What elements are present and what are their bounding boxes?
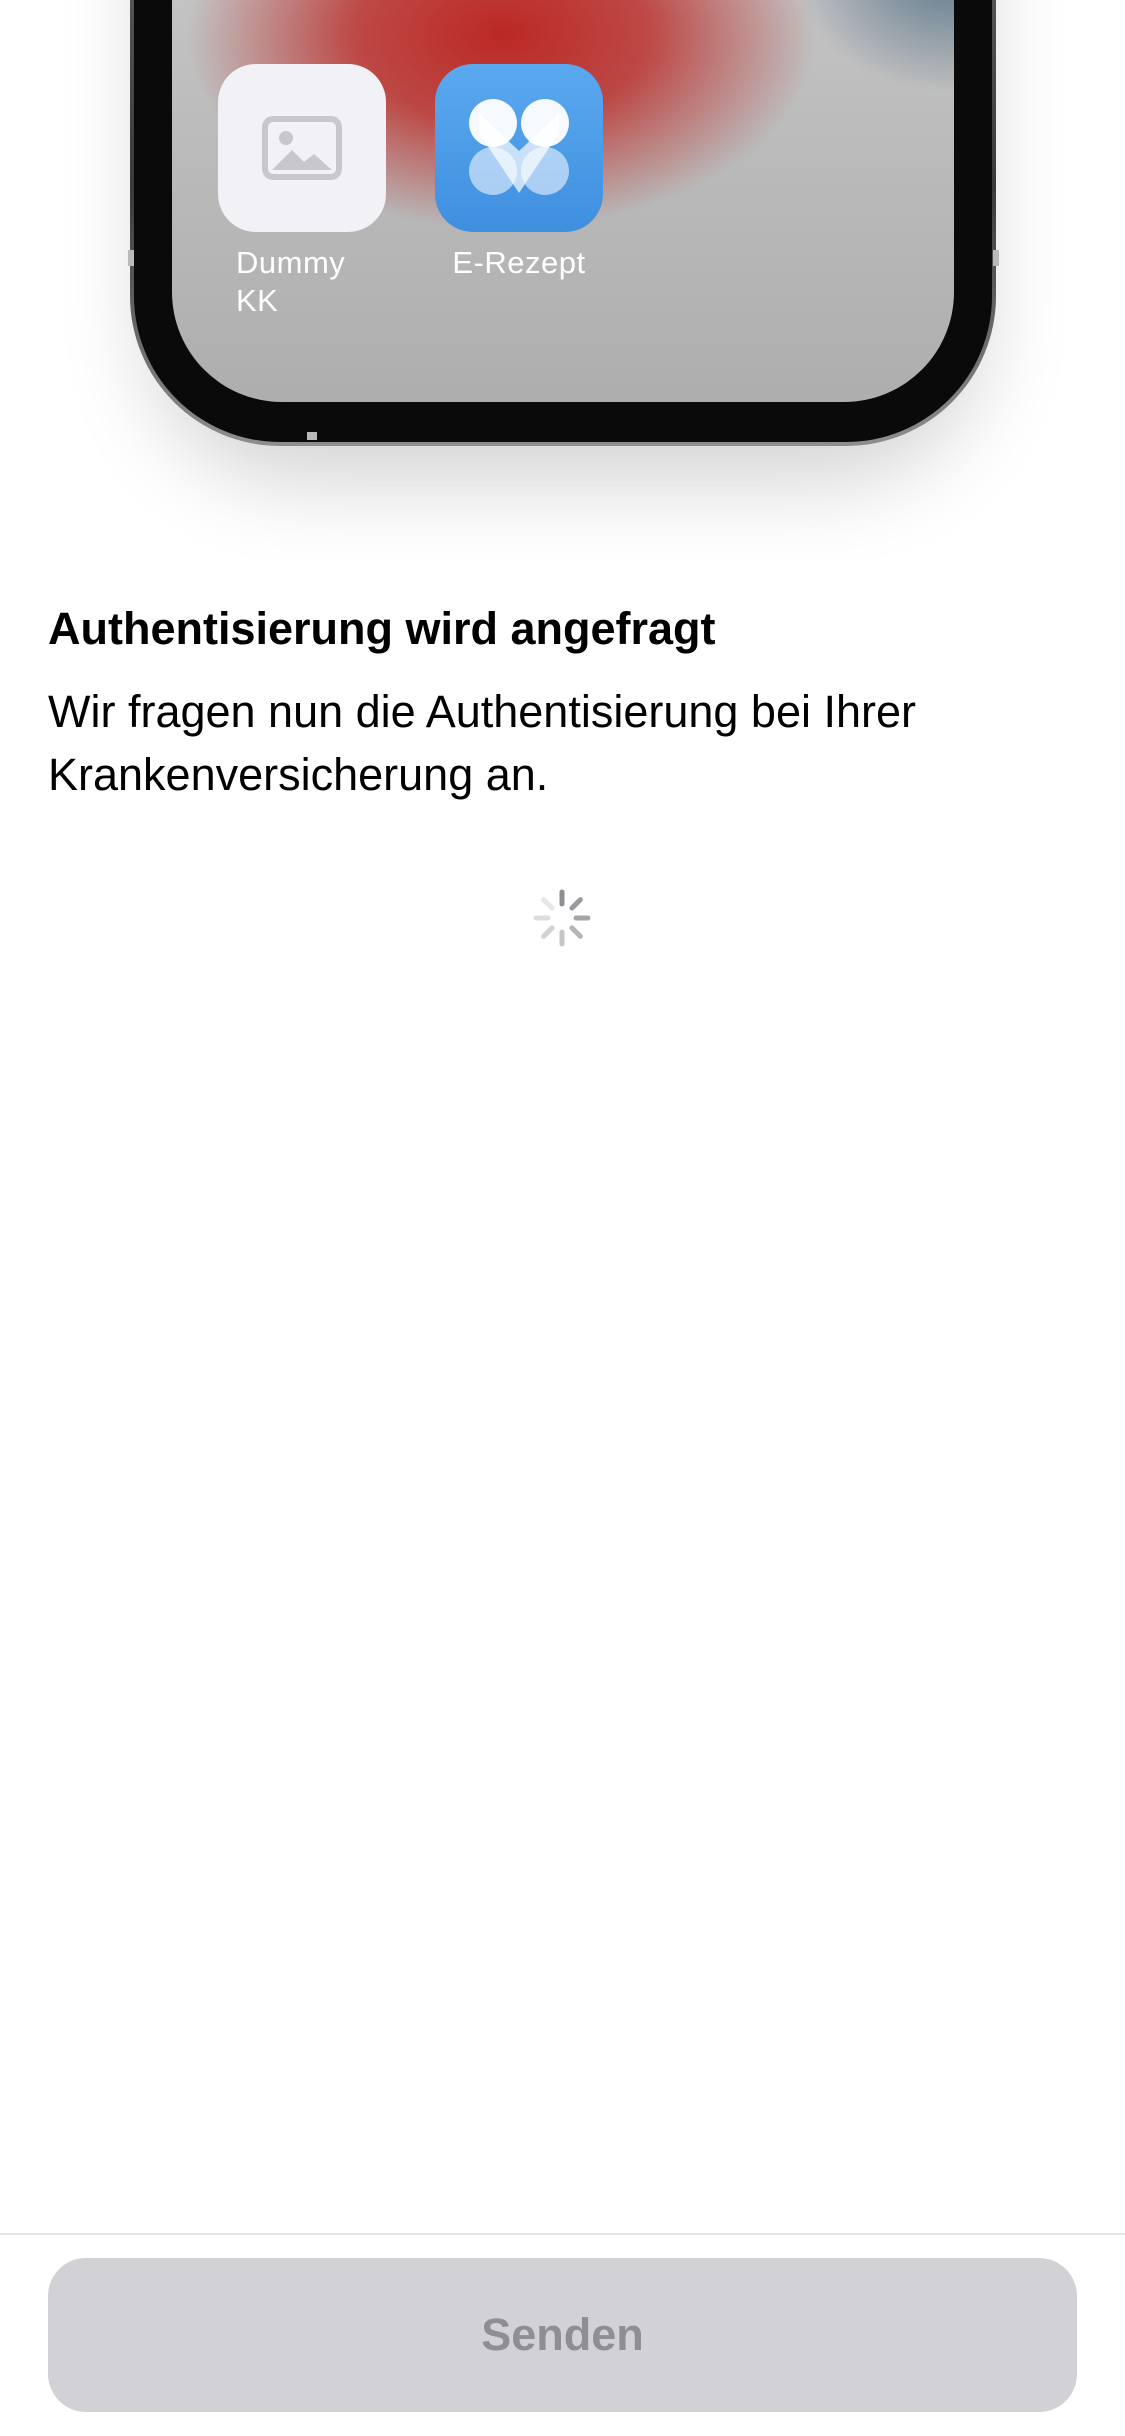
phone-illustration: Dummy KK E-Rezept (0, 0, 1125, 560)
page-description: Wir fragen nun die Authentisierung bei I… (48, 686, 917, 800)
dummy-kk-app-label: Dummy KK (236, 244, 376, 320)
e-rezept-app-icon (435, 64, 603, 232)
phone-bottom-detail (307, 432, 317, 440)
e-rezept-app-label: E-Rezept (452, 245, 586, 280)
phone-side-button (128, 250, 134, 266)
app-label-line: Dummy (236, 245, 346, 280)
bottom-bar-divider (0, 2233, 1125, 2235)
phone-screen: Dummy KK E-Rezept (172, 0, 954, 402)
send-button[interactable]: Senden (48, 2258, 1077, 2412)
e-rezept-logo-icon (469, 99, 569, 195)
dummy-kk-app-icon (218, 64, 386, 232)
page-title: Authentisierung wird angefragt (48, 603, 716, 654)
phone-frame: Dummy KK E-Rezept (130, 0, 996, 446)
app-label-line: KK (236, 283, 279, 318)
phone-side-button (993, 250, 999, 266)
loading-spinner-icon (533, 889, 591, 947)
phone-bezel: Dummy KK E-Rezept (134, 0, 992, 442)
image-placeholder-icon (262, 116, 342, 180)
